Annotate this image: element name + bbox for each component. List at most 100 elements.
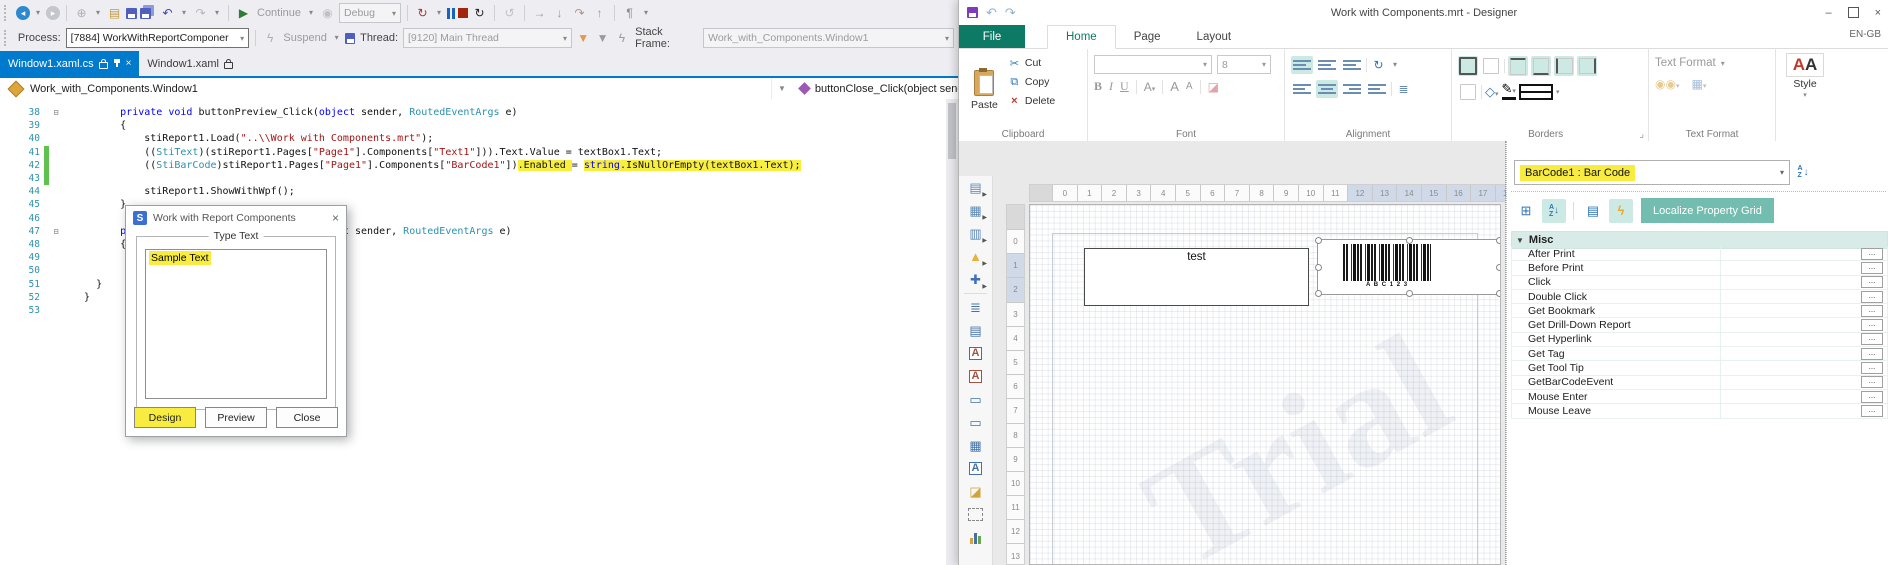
property-row[interactable]: Get Drill-Down Report... bbox=[1511, 318, 1888, 333]
text-in-cells-icon[interactable]: A bbox=[959, 342, 992, 365]
dialog-launcher-icon[interactable]: ⌟ bbox=[1639, 129, 1644, 140]
redo-icon[interactable]: ↷ bbox=[192, 5, 209, 22]
property-row[interactable]: Get Hyperlink... bbox=[1511, 332, 1888, 348]
undo-icon[interactable]: ↶ bbox=[986, 5, 997, 21]
member-dropdown[interactable]: buttonClose_Click(object send bbox=[815, 83, 958, 95]
font-size-combo[interactable]: 8 ▾ bbox=[1217, 55, 1271, 74]
threads-source-dropdown[interactable]: ▾ bbox=[641, 5, 651, 22]
vertical-ruler[interactable]: 01234567891011121314 bbox=[1006, 204, 1025, 565]
panel-icon[interactable]: ▭ bbox=[959, 388, 992, 411]
code-line[interactable]: 42 ((StiBarCode)stiReport1.Pages["Page1"… bbox=[0, 158, 958, 172]
pen-color-icon[interactable]: ✎▾ bbox=[1501, 82, 1516, 100]
categorized-view-icon[interactable]: ⊞ bbox=[1514, 199, 1538, 223]
stack-frame-combo[interactable]: Work_with_Components.Window1 ▾ bbox=[703, 28, 954, 48]
debug-config-combo[interactable]: Debug ▾ bbox=[339, 3, 402, 23]
font-name-combo[interactable]: ▾ bbox=[1094, 55, 1212, 74]
border-bottom-icon[interactable] bbox=[1531, 56, 1551, 76]
new-window-dropdown[interactable]: ▾ bbox=[93, 5, 103, 22]
localize-property-grid-button[interactable]: Localize Property Grid bbox=[1641, 198, 1774, 223]
border-none-icon[interactable] bbox=[1481, 56, 1501, 76]
property-row[interactable]: Get Tag... bbox=[1511, 347, 1888, 362]
code-line[interactable]: 44 stiReport1.ShowWithWpf(); bbox=[0, 185, 958, 198]
align-justify-icon[interactable] bbox=[1366, 80, 1388, 98]
property-value[interactable] bbox=[1720, 261, 1857, 275]
property-row[interactable]: Click... bbox=[1511, 275, 1888, 290]
text-format-button[interactable]: Text Format ▾ bbox=[1655, 53, 1769, 69]
cut-button[interactable]: ✂ Cut bbox=[1008, 55, 1055, 71]
style-icon[interactable]: AA bbox=[1785, 53, 1825, 77]
fold-marker[interactable]: ⊟ bbox=[49, 108, 63, 117]
hot-reload-icon[interactable]: ↻ bbox=[414, 5, 431, 22]
pin-icon[interactable] bbox=[113, 59, 121, 68]
property-row[interactable]: Mouse Enter... bbox=[1511, 389, 1888, 405]
text-component-icon[interactable]: ≣ bbox=[959, 296, 992, 319]
tab-layout[interactable]: Layout bbox=[1179, 25, 1250, 48]
chart-icon[interactable] bbox=[959, 526, 992, 549]
clear-format-icon[interactable]: ◪ bbox=[1208, 80, 1219, 94]
ellipsis-button[interactable]: ... bbox=[1861, 247, 1883, 260]
delete-button[interactable]: × Delete bbox=[1008, 93, 1055, 109]
currency-format-icon[interactable]: ◉◉▾ bbox=[1655, 77, 1679, 91]
component-selector-combo[interactable]: BarCode1 : Bar Code ▾ bbox=[1514, 160, 1790, 185]
close-tab-icon[interactable]: × bbox=[126, 58, 132, 69]
italic-button[interactable]: I bbox=[1109, 79, 1113, 94]
save-icon[interactable] bbox=[967, 7, 978, 18]
scrollbar-thumb[interactable] bbox=[948, 103, 956, 159]
property-value[interactable] bbox=[1720, 247, 1857, 261]
chevron-down-icon[interactable]: ▼ bbox=[778, 84, 786, 93]
type-dropdown[interactable]: Work_with_Components.Window1 bbox=[30, 83, 198, 95]
step-out-icon[interactable]: ↑ bbox=[591, 5, 608, 22]
ellipsis-button[interactable]: ... bbox=[1861, 404, 1883, 417]
property-row[interactable]: After Print... bbox=[1511, 247, 1888, 262]
property-row[interactable]: Double Click... bbox=[1511, 289, 1888, 305]
image-icon[interactable]: ◪ bbox=[959, 480, 992, 503]
copy-button[interactable]: ⧉ Copy bbox=[1008, 74, 1055, 90]
align-top-icon[interactable] bbox=[1291, 56, 1313, 74]
border-right-icon[interactable] bbox=[1577, 56, 1597, 76]
bold-button[interactable]: B bbox=[1094, 79, 1102, 94]
ellipsis-button[interactable]: ... bbox=[1861, 276, 1883, 289]
border-plain-icon[interactable] bbox=[1458, 82, 1478, 102]
property-value[interactable] bbox=[1720, 361, 1857, 375]
page-components-icon[interactable]: ▥ ▶ bbox=[959, 222, 992, 245]
undo-dropdown[interactable]: ▾ bbox=[179, 5, 189, 22]
tab-file[interactable]: File bbox=[959, 25, 1025, 48]
open-file-icon[interactable]: ▤ bbox=[106, 5, 123, 22]
breakall-restart-icon[interactable]: ◉ bbox=[319, 5, 336, 22]
navigate-back-dropdown[interactable]: ▾ bbox=[33, 5, 43, 22]
ellipsis-button[interactable]: ... bbox=[1861, 304, 1883, 317]
process-combo[interactable]: [7884] WorkWithReportComponer ▾ bbox=[65, 28, 250, 48]
fill-color-icon[interactable]: ◇▾ bbox=[1485, 84, 1499, 100]
underline-button[interactable]: U bbox=[1120, 79, 1129, 94]
properties-view-icon[interactable]: ▤ bbox=[1581, 199, 1605, 223]
shapes-icon[interactable]: ▲ ▶ bbox=[959, 245, 992, 268]
undo-icon[interactable]: ↶ bbox=[159, 5, 176, 22]
text-component[interactable]: test bbox=[1084, 248, 1309, 306]
components-icon[interactable]: ✚ ▶ bbox=[959, 268, 992, 291]
thread-combo[interactable]: [9120] Main Thread ▾ bbox=[403, 28, 572, 48]
align-center-icon[interactable] bbox=[1316, 80, 1338, 98]
barcode-component[interactable]: A B C 1 2 3 bbox=[1315, 237, 1500, 297]
property-row[interactable]: GetBarCodeEvent... bbox=[1511, 375, 1888, 390]
align-left-icon[interactable] bbox=[1291, 80, 1313, 98]
hot-reload-dropdown[interactable]: ▾ bbox=[434, 5, 444, 22]
stop-debugging-icon[interactable] bbox=[458, 8, 469, 18]
close-button[interactable]: Close bbox=[276, 407, 338, 428]
property-value[interactable] bbox=[1720, 289, 1857, 304]
apply-changes-icon[interactable]: ↺ bbox=[501, 5, 518, 22]
ellipsis-button[interactable]: ... bbox=[1861, 333, 1883, 346]
code-line[interactable]: 43 bbox=[0, 171, 958, 186]
ellipsis-button[interactable]: ... bbox=[1861, 319, 1883, 332]
property-row[interactable]: Get Bookmark... bbox=[1511, 304, 1888, 319]
sub-report-icon[interactable]: ▦ bbox=[959, 434, 992, 457]
cross-bands-icon[interactable]: ▦ ▶ bbox=[959, 199, 992, 222]
border-left-icon[interactable] bbox=[1554, 56, 1574, 76]
design-button[interactable]: Design bbox=[134, 407, 196, 428]
tab-window1-xaml-cs[interactable]: Window1.xaml.cs × bbox=[0, 51, 140, 76]
ellipsis-button[interactable]: ... bbox=[1861, 290, 1883, 303]
redo-dropdown[interactable]: ▾ bbox=[212, 5, 222, 22]
fold-marker[interactable]: ⊟ bbox=[49, 227, 63, 236]
text-input[interactable]: Sample Text bbox=[145, 249, 327, 399]
align-bottom-icon[interactable] bbox=[1341, 56, 1363, 74]
property-value[interactable] bbox=[1720, 304, 1857, 318]
